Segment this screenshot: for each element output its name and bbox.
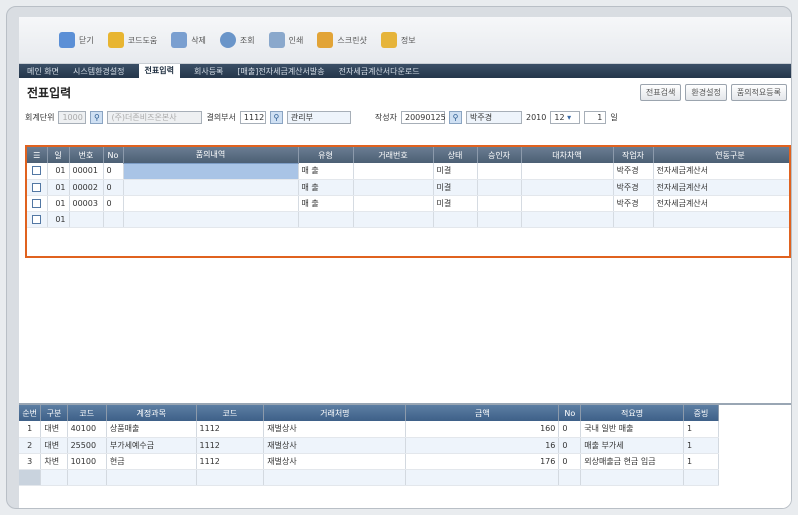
col-description: 품의내역	[123, 147, 299, 163]
writer-name-field[interactable]: 박주경	[466, 110, 522, 124]
writer-label: 작성자	[374, 112, 397, 122]
dept-lookup-icon[interactable]: ⚲	[269, 110, 283, 124]
col-kind: 구분	[40, 405, 68, 421]
table-row[interactable]: 01	[27, 211, 789, 228]
col-txn-number: 거래번호	[353, 147, 434, 163]
app-window: 닫기 코드도움 삭제 조회 인쇄 스크린샷 정보 메인 화면 시스템환경설정 전…	[19, 17, 791, 508]
journal-grid-header: 순번 구분 코드 계정과목 코드 거래처명 금액 No 적요명 증빙	[19, 405, 720, 421]
col-proof: 증빙	[683, 405, 720, 421]
col-number: 번호	[69, 147, 104, 163]
col-link-type: 연동구분	[653, 147, 789, 163]
voucher-grid: ☰ 일 번호 No 품의내역 유형 거래번호 상태 승인자 대차차액 작업자 연…	[25, 145, 791, 258]
col-type: 유형	[298, 147, 354, 163]
col-partner-name: 거래처명	[263, 405, 407, 421]
close-icon	[59, 32, 75, 48]
col-day: 일	[47, 147, 70, 163]
year-value: 2010	[526, 112, 547, 122]
company-name-field[interactable]: (주)더존비즈온본사	[107, 110, 203, 124]
col-account: 계정과목	[106, 405, 197, 421]
tab-voucher-entry[interactable]: 전표입력	[138, 64, 180, 78]
journal-row-empty[interactable]	[19, 469, 720, 486]
delete-button[interactable]: 삭제	[171, 32, 206, 48]
col-memo: 적요명	[580, 405, 684, 421]
dept-label: 결의부서	[206, 112, 236, 122]
col-no: No	[103, 147, 124, 163]
chevron-down-icon: ▾	[567, 112, 572, 122]
col-code: 코드	[67, 405, 107, 421]
col-amount: 금액	[405, 405, 560, 421]
tab-tax-invoice-send[interactable]: [매출]전자세금계산서발송	[237, 66, 324, 77]
tab-system-settings[interactable]: 시스템환경설정	[73, 66, 125, 77]
row-checkbox[interactable]	[32, 182, 42, 192]
code-help-button[interactable]: 코드도움	[107, 32, 157, 48]
month-select[interactable]: 12 ▾	[550, 110, 581, 124]
delete-icon	[171, 32, 188, 48]
col-approver: 승인자	[477, 147, 522, 163]
close-button[interactable]: 닫기	[59, 32, 94, 48]
print-button[interactable]: 인쇄	[268, 32, 303, 48]
row-checkbox[interactable]	[32, 198, 42, 208]
col-status: 상태	[433, 147, 478, 163]
journal-row[interactable]: 2 대변 25500 부가세예수금 1112 재벌상사 16 0 매출 부가세 …	[19, 437, 720, 454]
writer-lookup-icon[interactable]: ⚲	[449, 110, 462, 124]
filter-row: 회계단위 1000 ⚲ (주)더존비즈온본사 결의부서 1112 ⚲ 관리부 작…	[19, 106, 791, 128]
writer-code-field[interactable]: 20090125	[401, 110, 446, 124]
journal-row[interactable]: 3 차변 10100 현금 1112 재벌상사 176 0 외상매출금 현금 입…	[19, 453, 720, 470]
journal-row[interactable]: 1 대변 40100 상품매출 1112 재벌상사 160 0 국내 일반 매출…	[19, 421, 720, 438]
info-icon	[380, 32, 397, 48]
memo-register-button[interactable]: 품의적요등록	[730, 84, 787, 101]
tab-tax-invoice-download[interactable]: 전자세금계산서다운로드	[339, 66, 420, 77]
screenshot-icon	[317, 32, 334, 48]
journal-lines-panel: 순번 구분 코드 계정과목 코드 거래처명 금액 No 적요명 증빙 1 대변 …	[19, 403, 791, 508]
description-cell[interactable]	[122, 162, 299, 180]
tab-main[interactable]: 메인 화면	[27, 66, 59, 77]
day-field[interactable]: 1	[584, 110, 607, 124]
company-lookup-icon[interactable]: ⚲	[90, 110, 104, 124]
title-row: 전표입력 전표검색 환경설정 품의적요등록	[19, 78, 791, 106]
page-title: 전표입력	[27, 85, 72, 100]
info-button[interactable]: 정보	[380, 32, 416, 48]
row-checkbox[interactable]	[32, 166, 42, 176]
tab-company-registration[interactable]: 회사등록	[194, 66, 223, 77]
search-button[interactable]: 조회	[219, 32, 255, 48]
search-icon	[219, 32, 236, 48]
row-checkbox[interactable]	[32, 214, 42, 224]
table-row[interactable]: 01 00001 0 매 출 미결 박주경 전자세금계산서	[27, 162, 789, 180]
col-partner-code: 코드	[196, 405, 265, 421]
col-seq: 순번	[19, 405, 42, 421]
select-all-icon[interactable]: ☰	[27, 147, 48, 163]
dept-name-field[interactable]: 관리부	[286, 110, 351, 124]
title-buttons: 전표검색 환경설정 품의적요등록	[639, 84, 787, 101]
col-no: No	[558, 405, 582, 421]
tab-bar: 메인 화면 시스템환경설정 전표입력 회사등록 [매출]전자세금계산서발송 전자…	[19, 64, 791, 78]
code-help-icon	[107, 32, 124, 48]
toolbar: 닫기 코드도움 삭제 조회 인쇄 스크린샷 정보	[19, 17, 791, 64]
col-worker: 작업자	[613, 147, 654, 163]
day-suffix: 일	[610, 112, 618, 122]
screenshot-button[interactable]: 스크린샷	[317, 32, 367, 48]
voucher-search-button[interactable]: 전표검색	[639, 84, 682, 101]
voucher-grid-header: ☰ 일 번호 No 품의내역 유형 거래번호 상태 승인자 대차차액 작업자 연…	[27, 147, 789, 163]
table-row[interactable]: 01 00002 0 매 출 미결 박주경 전자세금계산서	[27, 179, 789, 196]
window-frame: 닫기 코드도움 삭제 조회 인쇄 스크린샷 정보 메인 화면 시스템환경설정 전…	[6, 6, 792, 509]
dept-code-field[interactable]: 1112	[239, 110, 266, 124]
print-icon	[268, 32, 285, 48]
company-code-field[interactable]: 1000	[58, 110, 87, 124]
table-row[interactable]: 01 00003 0 매 출 미결 박주경 전자세금계산서	[27, 195, 789, 212]
settings-button[interactable]: 환경설정	[685, 84, 727, 101]
col-diff: 대차차액	[521, 147, 614, 163]
company-label: 회계단위	[25, 112, 55, 122]
